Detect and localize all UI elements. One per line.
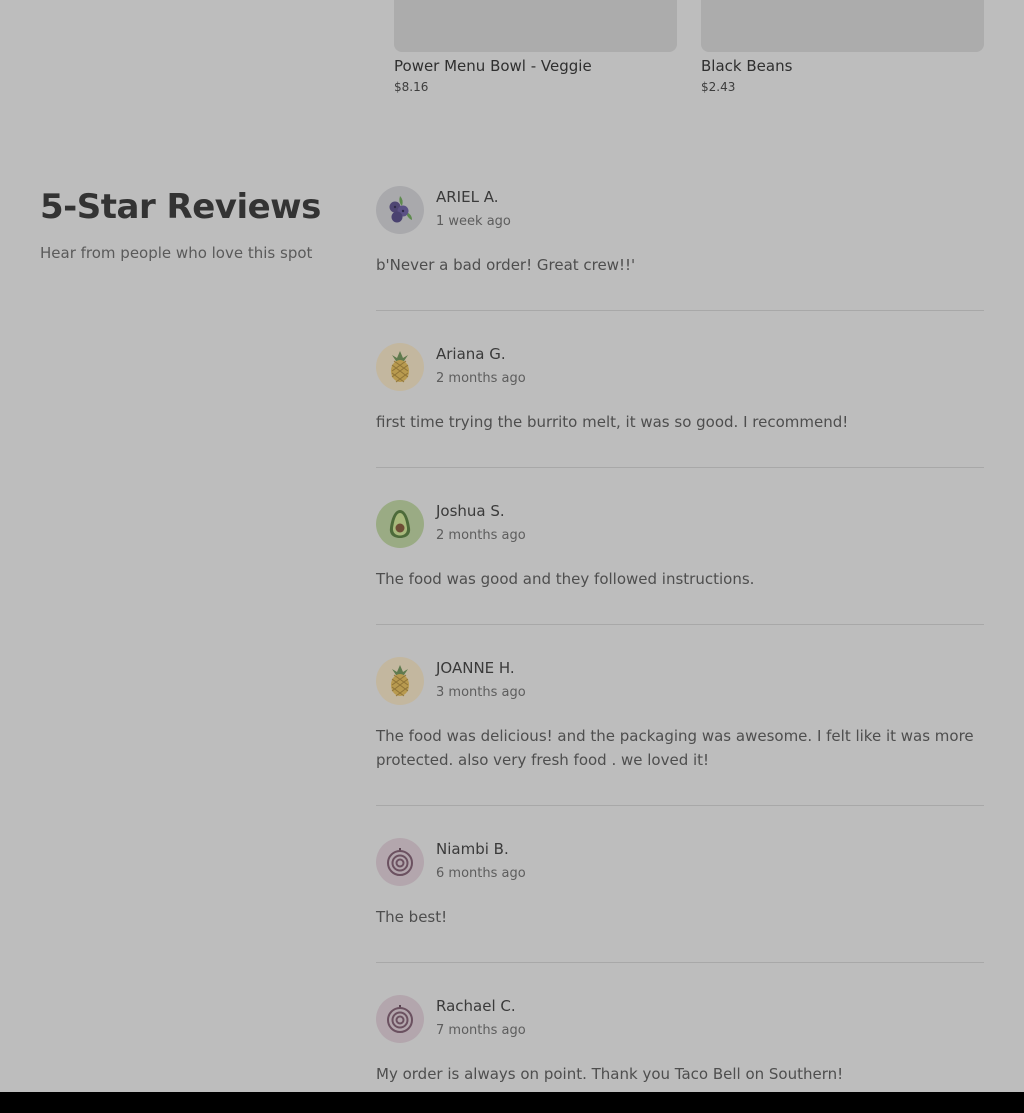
review-text: The food was good and they followed inst… [376, 570, 755, 588]
review-text: first time trying the burrito melt, it w… [376, 413, 849, 431]
review-text: My order is always on point. Thank you T… [376, 1065, 844, 1083]
reviewer-name: Rachael C. [436, 997, 516, 1015]
reviewer-name: Joshua S. [436, 502, 505, 520]
review-date: 7 months ago [436, 1023, 526, 1038]
divider [376, 310, 984, 311]
product-price: $2.43 [701, 80, 736, 94]
product-image[interactable] [394, 0, 677, 52]
review-date: 2 months ago [436, 371, 526, 386]
pineapple-icon [376, 657, 424, 705]
review-date: 3 months ago [436, 685, 526, 700]
reviews-subtitle: Hear from people who love this spot [40, 244, 313, 262]
product-name: Black Beans [701, 57, 793, 75]
review-text: The best! [376, 908, 448, 926]
review-date: 1 week ago [436, 214, 511, 229]
product-name: Power Menu Bowl - Veggie [394, 57, 592, 75]
reviewer-name: JOANNE H. [436, 659, 515, 677]
product-price: $8.16 [394, 80, 429, 94]
review-text: b'Never a bad order! Great crew!!' [376, 256, 636, 274]
divider [376, 962, 984, 963]
onion-icon [376, 995, 424, 1043]
avocado-icon [376, 500, 424, 548]
store-page: Power Menu Bowl - Veggie $8.16 Black Bea… [0, 0, 1024, 1092]
bottom-bar [0, 1092, 1024, 1113]
blueberry-icon [376, 186, 424, 234]
product-card[interactable]: Power Menu Bowl - Veggie $8.16 [394, 0, 677, 95]
divider [376, 624, 984, 625]
reviewer-name: Ariana G. [436, 345, 506, 363]
pineapple-icon [376, 343, 424, 391]
reviews-title: 5-Star Reviews [40, 187, 321, 227]
review-date: 2 months ago [436, 528, 526, 543]
review-text: The food was delicious! and the packagin… [376, 727, 974, 769]
onion-icon [376, 838, 424, 886]
reviewer-name: ARIEL A. [436, 188, 499, 206]
review-date: 6 months ago [436, 866, 526, 881]
product-card[interactable]: Black Beans $2.43 [701, 0, 984, 95]
divider [376, 467, 984, 468]
divider [376, 805, 984, 806]
product-image[interactable] [701, 0, 984, 52]
reviewer-name: Niambi B. [436, 840, 509, 858]
